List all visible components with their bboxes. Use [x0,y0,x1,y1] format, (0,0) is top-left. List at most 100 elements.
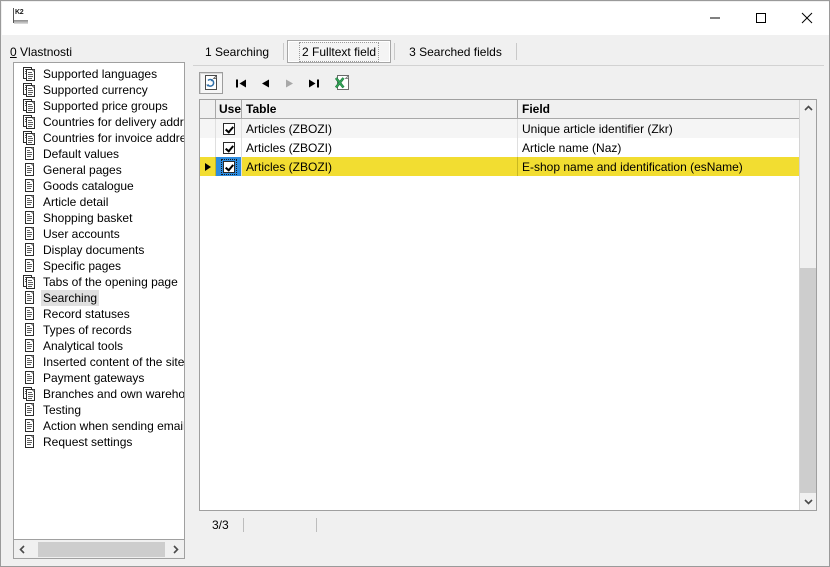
use-checkbox-cell[interactable] [216,119,242,138]
tab-label: 3 Searched fields [409,44,502,59]
document-icon [23,339,36,353]
vscrollbar-thumb[interactable] [800,268,816,497]
tab-bar[interactable]: 1 Searching 2 Fulltext field 3 Searched fi… [194,40,824,63]
previous-record-button[interactable] [253,72,277,94]
close-button[interactable] [784,2,829,33]
scroll-right-button[interactable] [167,540,184,558]
tab-2[interactable]: 2 Fulltext field [287,40,392,63]
tab-label: 1 Searching [205,44,270,59]
sidebar-item-goods-catalogue[interactable]: Goods catalogue [14,178,184,194]
document-icon [23,211,36,225]
sidebar-item-user-accounts[interactable]: User accounts [14,226,184,242]
sidebar-item-label: Branches and own warehouses [43,387,185,401]
document-icon [23,307,36,321]
sidebar-item-analytical-tools[interactable]: Analytical tools [14,338,184,354]
table-cell[interactable]: Articles (ZBOZI) [242,138,518,157]
sidebar-item-supported-currency[interactable]: Supported currency [14,82,184,98]
sidebar-item-label: Display documents [43,243,145,257]
scroll-down-button[interactable] [800,493,816,510]
sidebar-item-testing[interactable]: Testing [14,402,184,418]
use-checkbox[interactable] [220,158,237,175]
multi-document-icon [23,83,36,97]
next-record-button[interactable] [277,72,301,94]
k2-logo-icon: K2 [11,8,33,28]
sidebar-item-record-statuses[interactable]: Record statuses [14,306,184,322]
sidebar-item-countries-for-invoice-addresses[interactable]: Countries for invoice addresses [14,130,184,146]
sidebar-item-types-of-records[interactable]: Types of records [14,322,184,338]
grid-header-table[interactable]: Table [242,100,518,118]
use-checkbox[interactable] [222,122,235,135]
refresh-button[interactable] [199,72,223,94]
multi-document-icon [23,67,36,81]
sidebar-item-tabs-of-the-opening-page[interactable]: Tabs of the opening page [14,274,184,290]
document-icon [23,371,36,385]
sidebar-item-inserted-content-of-the-sites[interactable]: Inserted content of the sites [14,354,184,370]
sidebar-item-supported-price-groups[interactable]: Supported price groups [14,98,184,114]
document-icon [23,147,36,161]
hscrollbar-track[interactable] [31,540,167,558]
field-cell[interactable]: E-shop name and identification (esName) [518,157,799,176]
scroll-up-button[interactable] [800,100,816,117]
sidebar-item-shopping-basket[interactable]: Shopping basket [14,210,184,226]
tab-separator [283,43,285,60]
table-row[interactable]: Articles (ZBOZI) E-shop name and identifi… [200,157,800,176]
sidebar-item-display-documents[interactable]: Display documents [14,242,184,258]
sidebar-item-label: Article detail [43,195,109,209]
first-record-button[interactable] [229,72,253,94]
table-cell[interactable]: Articles (ZBOZI) [242,157,518,176]
sidebar-item-request-settings[interactable]: Request settings [14,434,184,450]
document-icon [23,227,36,241]
sidebar-item-label: Testing [43,403,82,417]
field-cell[interactable]: Article name (Naz) [518,138,799,157]
use-checkbox-cell[interactable] [216,157,242,176]
sidebar-item-supported-languages[interactable]: Supported languages [14,66,184,82]
sidebar-item-branches-and-own-warehouses[interactable]: Branches and own warehouses [14,386,184,402]
sidebar-item-searching[interactable]: Searching [14,290,184,306]
row-indicator [200,119,216,138]
sidebar-item-label: Request settings [43,435,133,449]
grid-header-use[interactable]: Use [216,100,242,118]
fields-grid[interactable]: Use Table Field Articles (ZBOZI) Unique art… [199,99,817,511]
sidebar-item-label: Supported currency [43,83,148,97]
row-indicator [200,138,216,157]
grid-header-field[interactable]: Field [518,100,799,118]
field-cell[interactable]: Unique article identifier (Zkr) [518,119,799,138]
use-checkbox-cell[interactable] [216,138,242,157]
record-counter: 3/3 [199,518,244,532]
sidebar-item-action-when-sending-email[interactable]: Action when sending email [14,418,184,434]
table-row[interactable]: Articles (ZBOZI) Unique article identifie… [200,119,800,138]
table-row[interactable]: Articles (ZBOZI) Article name (Naz) [200,138,800,157]
sidebar-item-label: Supported languages [43,67,158,81]
tab-1[interactable]: 1 Searching [194,40,280,63]
document-icon [23,163,36,177]
last-record-button[interactable] [301,72,325,94]
document-icon [23,195,36,209]
use-checkbox[interactable] [222,141,235,154]
table-cell[interactable]: Articles (ZBOZI) [242,119,518,138]
hscrollbar-thumb[interactable] [38,541,165,557]
sidebar-item-specific-pages[interactable]: Specific pages [14,258,184,274]
maximize-button[interactable] [738,2,784,33]
sidebar-header-accel: 0 [10,45,17,59]
properties-tree-hscrollbar[interactable] [13,540,185,559]
document-icon [23,419,36,433]
tab-3[interactable]: 3 Searched fields [398,40,513,63]
grid-body[interactable]: Articles (ZBOZI) Unique article identifie… [200,119,800,176]
minimize-button[interactable] [692,2,738,33]
export-to-excel-button[interactable] [331,72,355,94]
document-icon [23,323,36,337]
sidebar-item-default-values[interactable]: Default values [14,146,184,162]
grid-toolbar [199,71,817,95]
sidebar-header: 0 Vlastnosti [10,45,72,59]
sidebar-item-label: Supported price groups [43,99,168,113]
properties-tree[interactable]: Supported languages Supported currency Sup… [13,62,185,540]
grid-vscrollbar[interactable] [799,100,816,510]
sidebar-item-general-pages[interactable]: General pages [14,162,184,178]
sidebar-item-label: Tabs of the opening page [43,275,178,289]
sidebar-item-article-detail[interactable]: Article detail [14,194,184,210]
grid-header-indicator [200,100,216,118]
grid-status-bar: 3/3 [199,515,817,535]
sidebar-item-countries-for-delivery-addresses[interactable]: Countries for delivery addresses [14,114,184,130]
scroll-left-button[interactable] [14,540,31,558]
sidebar-item-payment-gateways[interactable]: Payment gateways [14,370,184,386]
